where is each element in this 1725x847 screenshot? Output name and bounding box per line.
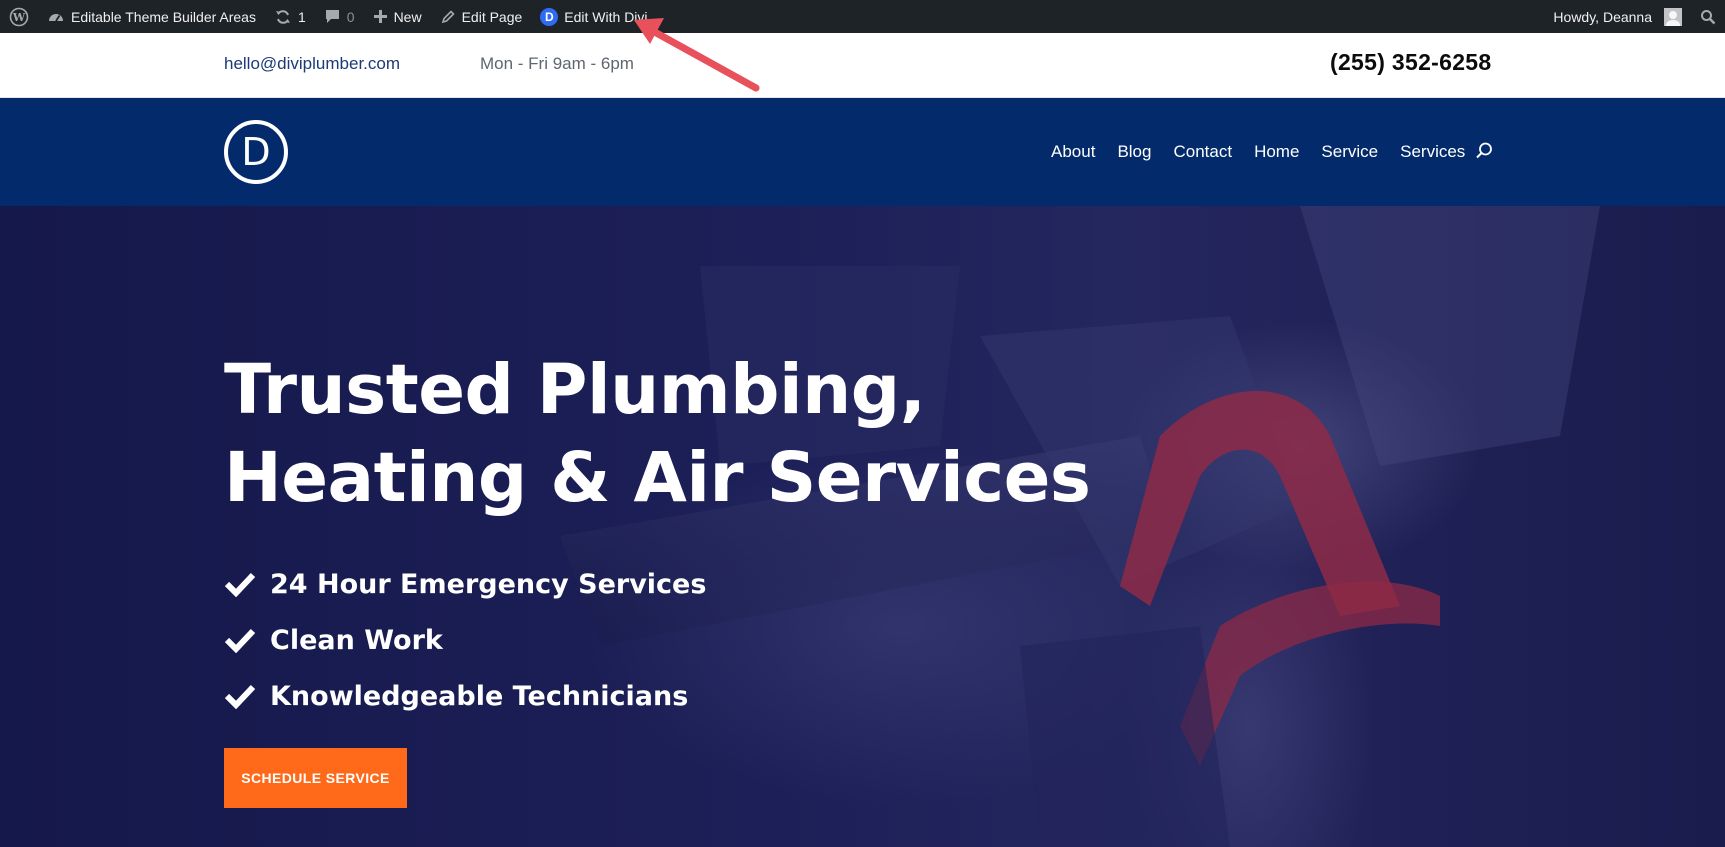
nav-item-services[interactable]: Services: [1400, 142, 1465, 162]
hero-title-line-1: Trusted Plumbing,: [224, 350, 926, 430]
updates-link[interactable]: 1: [265, 0, 315, 33]
main-nav: About Blog Contact Home Service Services: [1051, 142, 1465, 162]
hero-title-line-2: Heating & Air Services: [224, 438, 1091, 518]
comments-count: 0: [346, 8, 355, 25]
dashboard-icon: [49, 13, 63, 21]
new-content-link[interactable]: New: [364, 0, 431, 33]
divi-icon: D: [540, 7, 559, 26]
plus-icon: [373, 10, 387, 23]
phone-number[interactable]: (255) 352-6258: [1330, 49, 1491, 76]
checklist-item-text: 24 Hour Emergency Services: [270, 568, 707, 600]
checkmark-icon: [224, 684, 256, 709]
list-item: Knowledgeable Technicians: [224, 668, 706, 724]
main-header: D About Blog Contact Home Service Servic…: [0, 98, 1725, 206]
admin-bar: W Editable Theme Builder Areas 1 0 New E…: [0, 0, 1725, 33]
schedule-service-label: SCHEDULE SERVICE: [241, 770, 390, 786]
nav-item-blog[interactable]: Blog: [1117, 142, 1151, 162]
feature-checklist: 24 Hour Emergency Services Clean Work Kn…: [224, 556, 706, 724]
nav-search-button[interactable]: [1474, 141, 1494, 166]
edit-page-label: Edit Page: [461, 8, 523, 25]
nav-item-about[interactable]: About: [1051, 142, 1095, 162]
hero-title: Trusted Plumbing, Heating & Air Services: [224, 346, 1124, 522]
annotation-arrow-icon: [634, 18, 760, 92]
email-link[interactable]: hello@diviplumber.com: [224, 54, 400, 74]
howdy-label: Howdy, Deanna: [1553, 8, 1652, 25]
my-account-menu[interactable]: Howdy, Deanna: [1544, 0, 1691, 33]
pencil-icon: [441, 9, 455, 23]
checkmark-icon: [224, 628, 256, 653]
comments-link[interactable]: 0: [315, 0, 364, 33]
wordpress-logo-button[interactable]: W: [0, 0, 38, 33]
comment-icon: [325, 10, 339, 23]
checkmark-icon: [224, 572, 256, 597]
logo-letter: D: [241, 130, 271, 174]
top-info-bar: hello@diviplumber.com Mon - Fri 9am - 6p…: [0, 33, 1725, 98]
checklist-item-text: Clean Work: [270, 624, 443, 656]
site-name-link[interactable]: Editable Theme Builder Areas: [38, 0, 265, 33]
edit-page-link[interactable]: Edit Page: [431, 0, 532, 33]
search-icon: [1476, 142, 1492, 159]
updates-icon: [275, 9, 290, 24]
list-item: Clean Work: [224, 612, 706, 668]
admin-search-button[interactable]: [1691, 0, 1725, 33]
search-icon: [1701, 9, 1716, 24]
business-hours: Mon - Fri 9am - 6pm: [480, 54, 634, 73]
nav-item-home[interactable]: Home: [1254, 142, 1299, 162]
new-label: New: [393, 8, 422, 25]
nav-item-contact[interactable]: Contact: [1173, 142, 1232, 162]
avatar: [1664, 7, 1682, 26]
hero-section: Trusted Plumbing, Heating & Air Services…: [0, 206, 1725, 847]
list-item: 24 Hour Emergency Services: [224, 556, 706, 612]
site-logo[interactable]: D: [224, 120, 288, 184]
wordpress-icon: W: [9, 7, 29, 26]
updates-count: 1: [297, 8, 306, 25]
schedule-service-button[interactable]: SCHEDULE SERVICE: [224, 748, 407, 808]
site-name-label: Editable Theme Builder Areas: [71, 8, 256, 25]
checklist-item-text: Knowledgeable Technicians: [270, 680, 689, 712]
nav-item-service[interactable]: Service: [1321, 142, 1378, 162]
svg-text:W: W: [12, 11, 26, 24]
